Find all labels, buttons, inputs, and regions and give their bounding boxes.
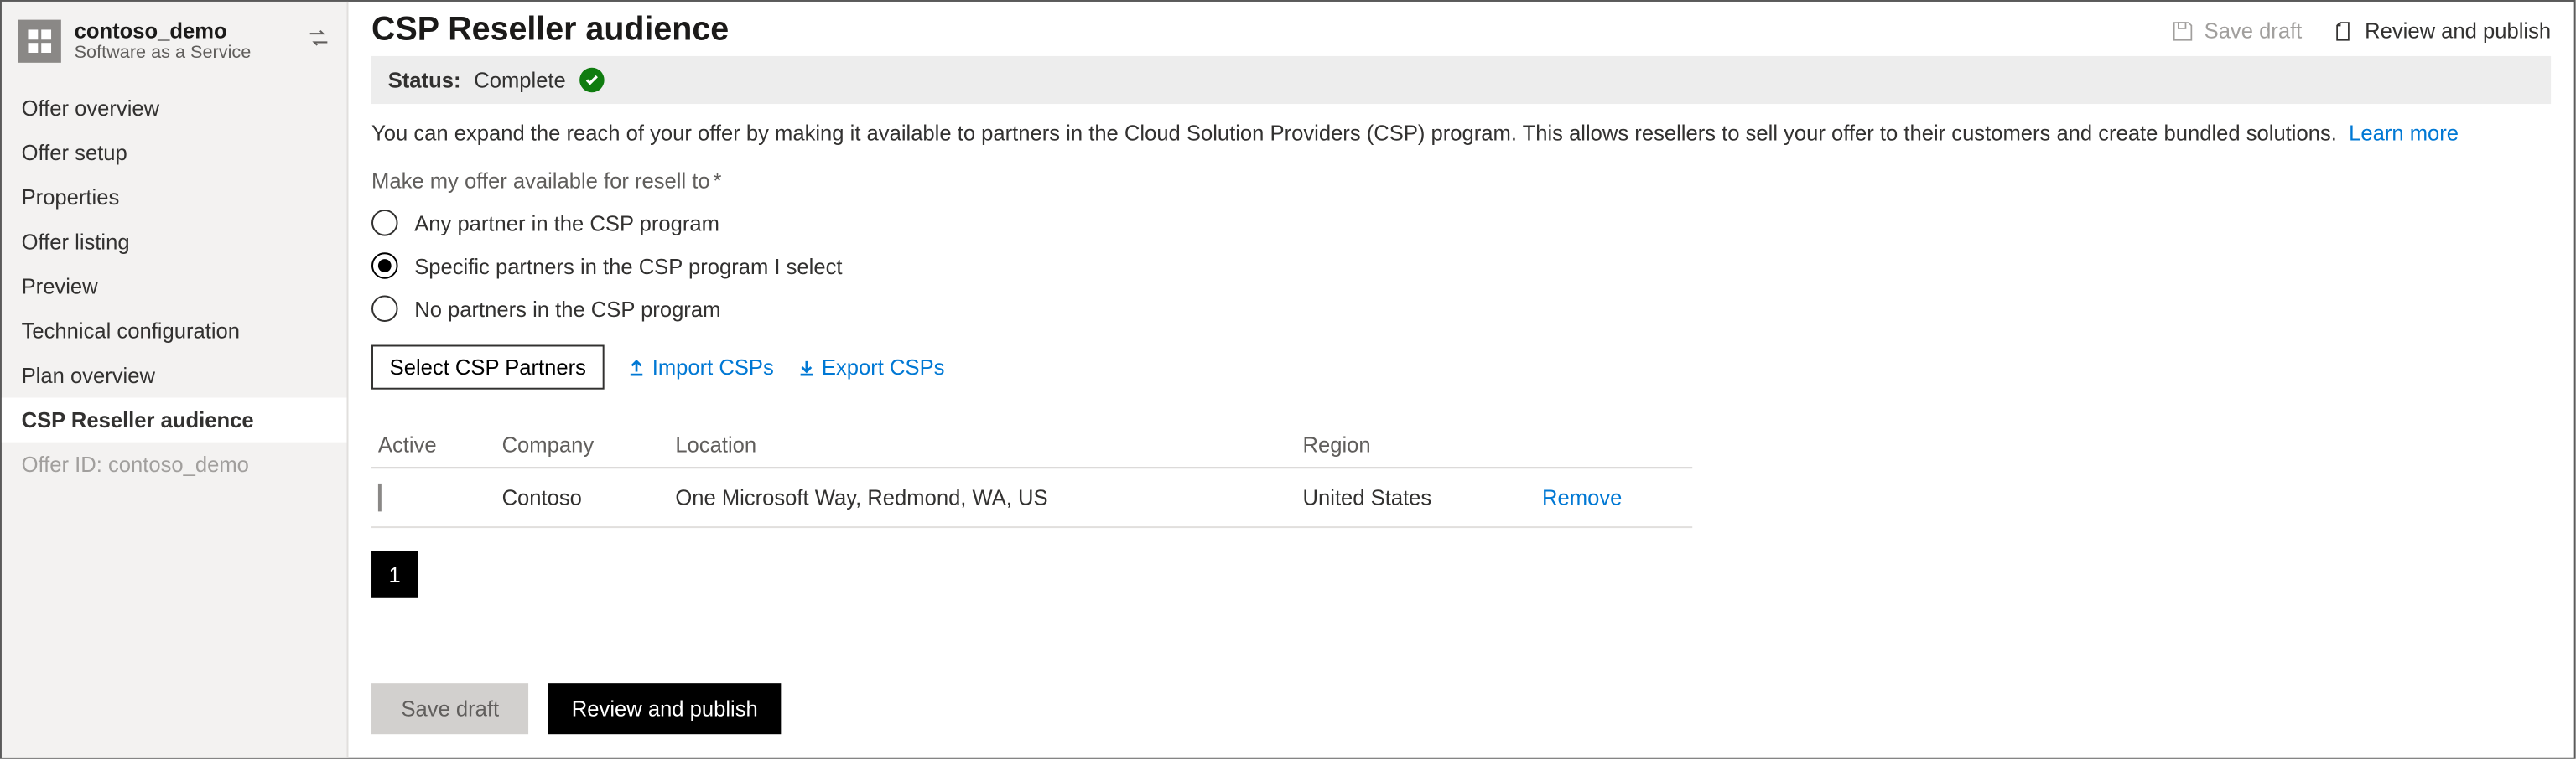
- row-active-checkbox[interactable]: [378, 484, 382, 511]
- import-csps-label: Import CSPs: [652, 355, 774, 380]
- resell-option-1[interactable]: Specific partners in the CSP program I s…: [371, 252, 2551, 279]
- col-active: Active: [378, 432, 502, 458]
- import-csps-link[interactable]: Import CSPs: [627, 355, 774, 380]
- sidebar-item-offer-overview[interactable]: Offer overview: [2, 85, 347, 130]
- sidebar-item-offer-setup[interactable]: Offer setup: [2, 131, 347, 175]
- row-location: One Microsoft Way, Redmond, WA, US: [675, 485, 1302, 510]
- save-draft-button: Save draft: [371, 683, 529, 734]
- csp-table: Active Company Location Region ContosoOn…: [371, 422, 1692, 528]
- row-region: United States: [1303, 485, 1543, 510]
- radio-label: Specific partners in the CSP program I s…: [414, 253, 842, 278]
- radio-circle: [371, 252, 398, 279]
- switch-icon[interactable]: [307, 27, 330, 54]
- sidebar-title-block: contoso_demo Software as a Service: [75, 18, 252, 63]
- pager: 1: [371, 551, 2551, 598]
- review-publish-top-label: Review and publish: [2365, 18, 2551, 44]
- resell-field-label: Make my offer available for resell to*: [371, 168, 2551, 194]
- status-check-icon: [579, 68, 605, 93]
- radio-label: Any partner in the CSP program: [414, 210, 719, 235]
- csp-actions-row: Select CSP Partners Import CSPs Export C…: [371, 345, 2551, 390]
- sidebar: contoso_demo Software as a Service Offer…: [2, 2, 348, 758]
- sidebar-item-properties[interactable]: Properties: [2, 175, 347, 220]
- learn-more-link[interactable]: Learn more: [2349, 121, 2459, 146]
- radio-label: No partners in the CSP program: [414, 296, 720, 321]
- intro-body: You can expand the reach of your offer b…: [371, 121, 2337, 146]
- radio-circle: [371, 210, 398, 236]
- col-company: Company: [502, 432, 676, 458]
- col-region: Region: [1303, 432, 1543, 458]
- save-draft-top-label: Save draft: [2205, 18, 2303, 44]
- review-publish-button[interactable]: Review and publish: [548, 683, 781, 734]
- status-label: Status:: [388, 68, 461, 93]
- sidebar-item-preview[interactable]: Preview: [2, 264, 347, 308]
- publish-icon: [2332, 19, 2355, 43]
- page-header-row: CSP Reseller audience Save draft Review …: [371, 12, 2551, 56]
- sidebar-item-offer-listing[interactable]: Offer listing: [2, 220, 347, 264]
- resell-option-2[interactable]: No partners in the CSP program: [371, 295, 2551, 322]
- col-location: Location: [675, 432, 1302, 458]
- intro-text: You can expand the reach of your offer b…: [371, 121, 2551, 146]
- sidebar-header: contoso_demo Software as a Service: [2, 12, 347, 80]
- review-publish-top[interactable]: Review and publish: [2332, 18, 2551, 44]
- save-icon: [2171, 19, 2194, 43]
- sidebar-item-csp-reseller-audience[interactable]: CSP Reseller audience: [2, 398, 347, 443]
- table-body: ContosoOne Microsoft Way, Redmond, WA, U…: [371, 468, 1692, 528]
- sidebar-item-plan-overview[interactable]: Plan overview: [2, 353, 347, 397]
- status-value: Complete: [474, 68, 566, 93]
- product-title: contoso_demo: [75, 18, 252, 44]
- footer-actions: Save draft Review and publish: [371, 650, 2551, 734]
- main-content: CSP Reseller audience Save draft Review …: [348, 2, 2573, 758]
- sidebar-item-technical-configuration[interactable]: Technical configuration: [2, 308, 347, 353]
- sidebar-nav: Offer overviewOffer setupPropertiesOffer…: [2, 85, 347, 442]
- page-title: CSP Reseller audience: [371, 12, 729, 49]
- resell-radio-group: Any partner in the CSP program Specific p…: [371, 210, 2551, 322]
- offer-id-label: Offer ID: contoso_demo: [2, 443, 347, 487]
- export-csps-link[interactable]: Export CSPs: [797, 355, 944, 380]
- status-bar: Status: Complete: [371, 56, 2551, 104]
- download-icon: [797, 358, 815, 376]
- row-remove-link[interactable]: Remove: [1542, 485, 1699, 510]
- export-csps-label: Export CSPs: [822, 355, 945, 380]
- top-actions: Save draft Review and publish: [2171, 18, 2551, 44]
- product-subtitle: Software as a Service: [75, 43, 252, 63]
- product-icon: [18, 19, 61, 62]
- page-1-button[interactable]: 1: [371, 551, 418, 598]
- table-row: ContosoOne Microsoft Way, Redmond, WA, U…: [371, 468, 1692, 528]
- resell-option-0[interactable]: Any partner in the CSP program: [371, 210, 2551, 236]
- upload-icon: [627, 358, 646, 376]
- radio-circle: [371, 295, 398, 322]
- row-company: Contoso: [502, 485, 676, 510]
- table-header: Active Company Location Region: [371, 422, 1692, 468]
- save-draft-top: Save draft: [2171, 18, 2302, 44]
- select-csp-partners-button[interactable]: Select CSP Partners: [371, 345, 605, 390]
